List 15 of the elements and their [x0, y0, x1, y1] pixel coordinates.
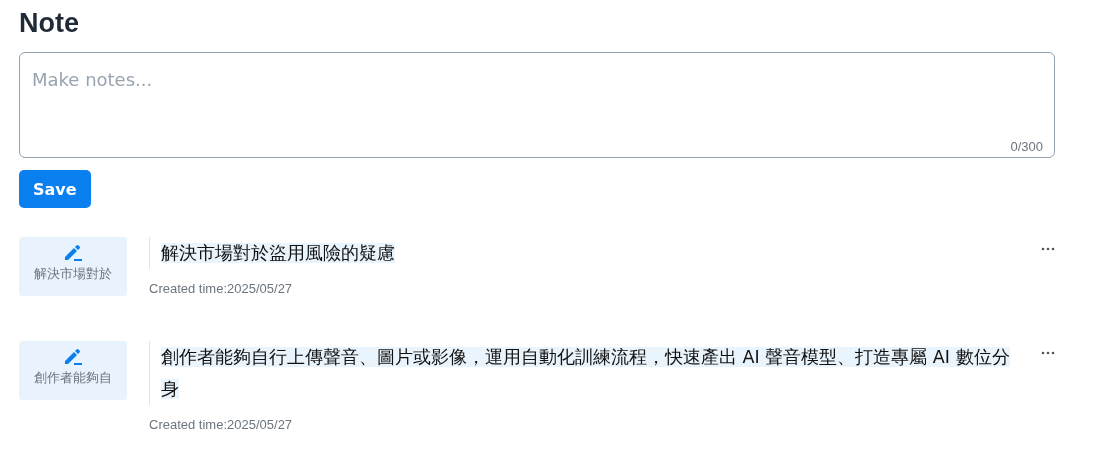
- more-options-icon[interactable]: [1041, 247, 1055, 251]
- created-time: Created time:2025/05/27: [149, 281, 294, 296]
- note-text: 解決市場對於盜用風險的疑慮: [161, 242, 396, 265]
- thumbnail-label: 解決市場對於: [34, 266, 112, 283]
- note-thumbnail[interactable]: 解決市場對於: [19, 237, 127, 296]
- note-thumbnail[interactable]: 創作者能夠自: [19, 341, 127, 400]
- character-counter: 0/300: [1010, 139, 1043, 154]
- thumbnail-label: 創作者能夠自: [34, 370, 112, 387]
- more-options-icon[interactable]: [1041, 351, 1055, 355]
- pencil-icon: [62, 244, 84, 262]
- created-time: Created time:2025/05/27: [149, 417, 294, 432]
- note-text: 創作者能夠自行上傳聲音、圖片或影像，運用自動化訓練流程，快速產出 AI 聲音模型、打造專屬 AI 數位分身: [161, 346, 1011, 401]
- save-button[interactable]: Save: [19, 170, 91, 208]
- page-title: Note: [19, 7, 80, 40]
- pencil-icon: [62, 348, 84, 366]
